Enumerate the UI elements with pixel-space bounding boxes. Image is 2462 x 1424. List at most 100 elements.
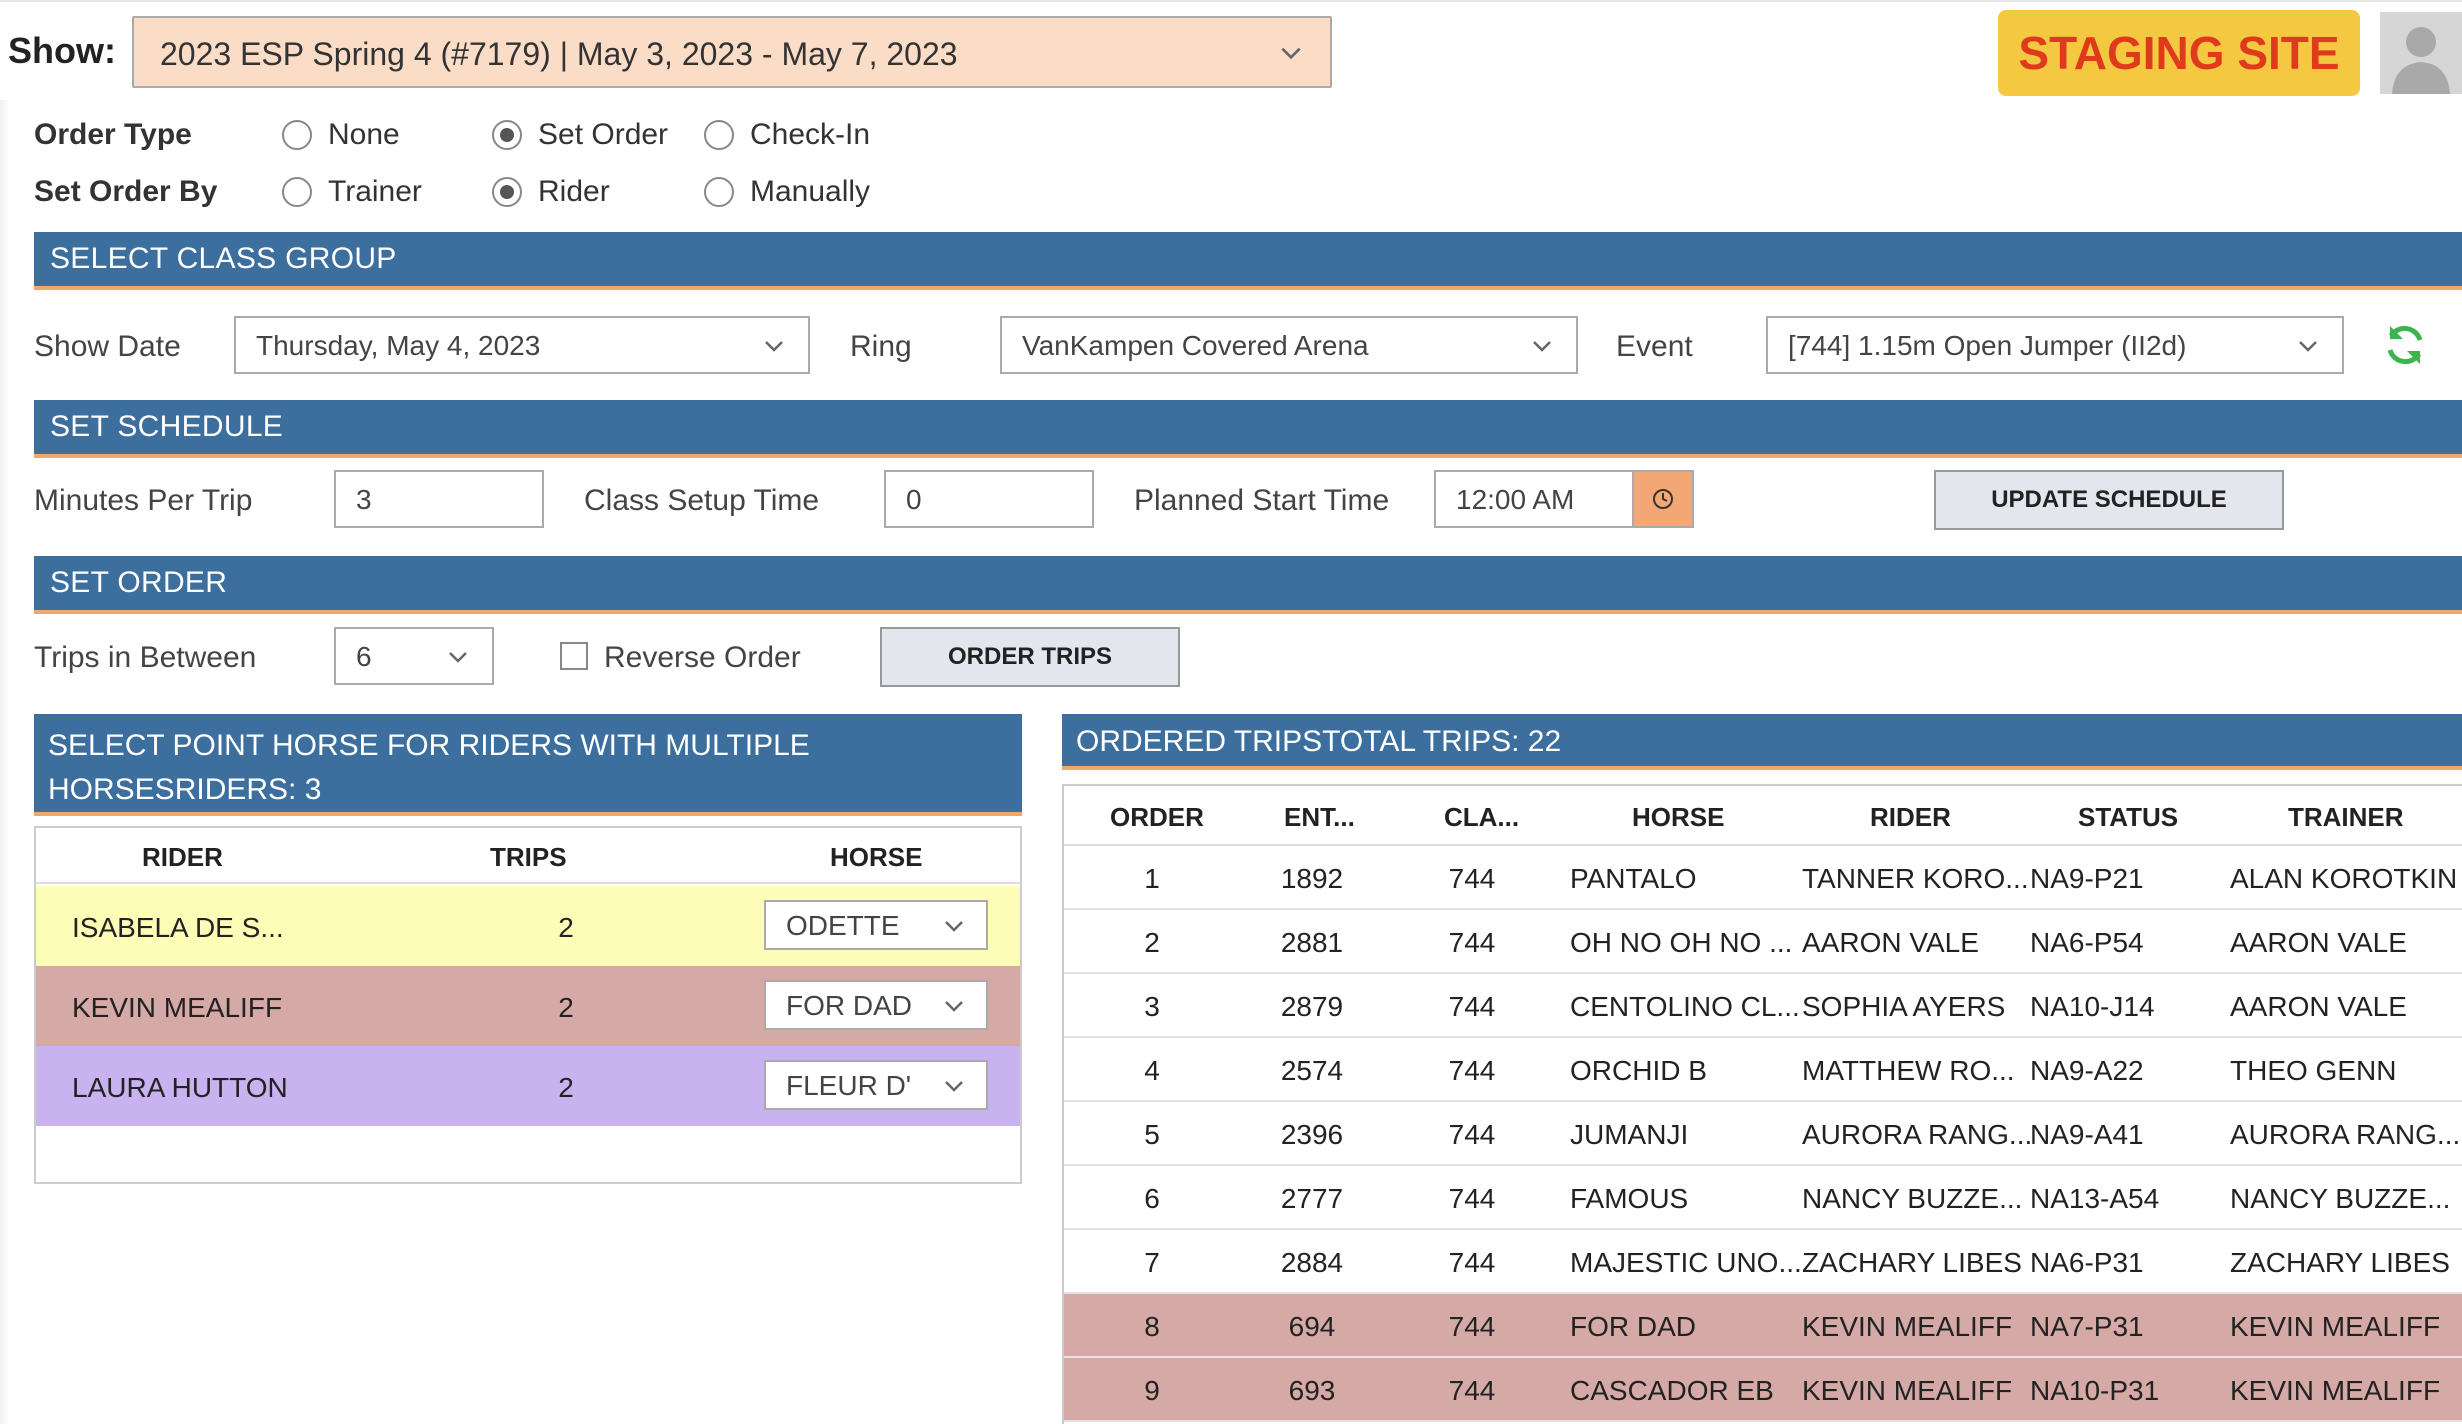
horse-select-value: FOR DAD bbox=[786, 990, 912, 1021]
order-type-label: Order Type bbox=[34, 118, 192, 151]
col-header-rider: RIDER bbox=[142, 842, 223, 872]
table-row[interactable]: 7 2884 744 MAJESTIC UNO... ZACHARY LIBES NA6-… bbox=[1064, 1230, 2462, 1294]
horse-select[interactable]: FLEUR D' bbox=[764, 1060, 988, 1110]
col-header-entry: ENT... bbox=[1284, 802, 1355, 832]
trips-in-between-select[interactable]: 6 bbox=[334, 627, 494, 685]
event-value: [744] 1.15m Open Jumper (II2d) bbox=[1788, 330, 2187, 361]
horse-cell: PANTALO bbox=[1570, 863, 1697, 894]
order-cell: 8 bbox=[1144, 1311, 1160, 1342]
radio-set-order-by-trainer[interactable]: Trainer bbox=[282, 175, 422, 209]
radio-set-order-by-rider[interactable]: Rider bbox=[492, 175, 610, 209]
entry-cell: 2881 bbox=[1280, 927, 1344, 958]
chevron-down-icon bbox=[942, 994, 966, 1018]
class-setup-time-value: 0 bbox=[906, 484, 922, 515]
horse-cell: ORCHID B bbox=[1570, 1055, 1707, 1086]
horse-cell: OH NO OH NO ... bbox=[1570, 927, 1793, 958]
order-cell: 6 bbox=[1144, 1183, 1160, 1214]
order-cell: 3 bbox=[1144, 991, 1160, 1022]
status-cell: NA10-J14 bbox=[2030, 991, 2155, 1022]
horse-cell: MAJESTIC UNO... bbox=[1570, 1247, 1802, 1278]
table-row[interactable]: 4 2574 744 ORCHID B MATTHEW RO... NA9-A22 THEO… bbox=[1064, 1038, 2462, 1102]
radio-label: Rider bbox=[538, 175, 610, 208]
class-cell: 744 bbox=[1448, 1311, 1496, 1342]
col-header-trainer: TRAINER bbox=[2288, 802, 2404, 832]
trips-in-between-value: 6 bbox=[356, 641, 372, 672]
chevron-down-icon bbox=[765, 341, 783, 352]
table-row[interactable]: 6 2777 744 FAMOUS NANCY BUZZE... NA13-A54 NANC… bbox=[1064, 1166, 2462, 1230]
time-picker-button[interactable] bbox=[1632, 470, 1694, 528]
table-row[interactable]: 1 1892 744 PANTALO TANNER KORO... NA9-P21 ALAN… bbox=[1064, 846, 2462, 910]
class-setup-time-label: Class Setup Time bbox=[584, 484, 820, 517]
status-cell: NA6-P31 bbox=[2030, 1247, 2144, 1278]
horse-cell: JUMANJI bbox=[1570, 1119, 1689, 1150]
col-header-trips: TRIPS bbox=[490, 842, 567, 872]
horse-select[interactable]: ODETTE bbox=[764, 900, 988, 950]
staging-site-badge: STAGING SITE bbox=[1998, 10, 2360, 96]
col-header-horse: HORSE bbox=[830, 842, 923, 872]
class-cell: 744 bbox=[1448, 1119, 1496, 1150]
panel-header-point-horse: SELECT POINT HORSE FOR RIDERS WITH MULTI… bbox=[34, 714, 1022, 816]
point-horse-table: RIDER TRIPS HORSE ISABELA DE S... 2 ODETTE… bbox=[34, 826, 1022, 1184]
radio-order-type-none[interactable]: None bbox=[282, 118, 400, 152]
rider-cell: AARON VALE bbox=[1802, 927, 1979, 958]
section-header-set-order: SET ORDER bbox=[34, 556, 2462, 614]
class-cell: 744 bbox=[1448, 1183, 1496, 1214]
refresh-icon[interactable] bbox=[2382, 322, 2428, 368]
trips-cell: 2 bbox=[558, 992, 574, 1023]
trainer-cell: NANCY BUZZE... bbox=[2230, 1183, 2451, 1214]
clock-icon bbox=[1653, 489, 1673, 509]
table-row[interactable]: 3 2879 744 CENTOLINO CL... SOPHIA AYERS NA10-… bbox=[1064, 974, 2462, 1038]
radio-label: Set Order bbox=[538, 118, 669, 151]
radio-circle-selected bbox=[492, 120, 522, 150]
radio-label: Manually bbox=[750, 175, 871, 208]
class-cell: 744 bbox=[1448, 1247, 1496, 1278]
order-cell: 4 bbox=[1144, 1055, 1160, 1086]
trainer-cell: AURORA RANG... bbox=[2230, 1119, 2461, 1150]
show-date-label: Show Date bbox=[34, 330, 181, 363]
planned-start-time-value: 12:00 AM bbox=[1456, 484, 1575, 515]
class-cell: 744 bbox=[1448, 1375, 1496, 1406]
show-select[interactable]: 2023 ESP Spring 4 (#7179) | May 3, 2023 … bbox=[132, 16, 1332, 88]
class-setup-time-input[interactable]: 0 bbox=[884, 470, 1094, 528]
trainer-cell: AARON VALE bbox=[2230, 991, 2407, 1022]
rider-cell: ZACHARY LIBES bbox=[1802, 1247, 2022, 1278]
entry-cell: 2879 bbox=[1280, 991, 1344, 1022]
avatar[interactable] bbox=[2380, 12, 2462, 94]
event-select[interactable]: [744] 1.15m Open Jumper (II2d) bbox=[1766, 316, 2344, 374]
show-date-select[interactable]: Thursday, May 4, 2023 bbox=[234, 316, 810, 374]
chevron-down-icon bbox=[1281, 47, 1301, 60]
class-cell: 744 bbox=[1448, 991, 1496, 1022]
status-cell: NA9-A41 bbox=[2030, 1119, 2144, 1150]
radio-circle bbox=[282, 177, 312, 207]
rider-cell: AURORA RANG... bbox=[1802, 1119, 2033, 1150]
trainer-cell: THEO GENN bbox=[2230, 1055, 2397, 1086]
minutes-per-trip-input[interactable]: 3 bbox=[334, 470, 544, 528]
table-row[interactable]: 5 2396 744 JUMANJI AURORA RANG... NA9-A41 AURO… bbox=[1064, 1102, 2462, 1166]
rider-cell: KEVIN MEALIFF bbox=[1802, 1375, 2013, 1406]
radio-order-type-set-order[interactable]: Set Order bbox=[492, 118, 668, 152]
horse-select[interactable]: FOR DAD bbox=[764, 980, 988, 1030]
radio-label: Trainer bbox=[328, 175, 422, 208]
class-cell: 744 bbox=[1448, 1055, 1496, 1086]
horse-cell: FOR DAD bbox=[1570, 1311, 1696, 1342]
order-trips-button[interactable]: ORDER TRIPS bbox=[880, 627, 1180, 687]
trips-cell: 2 bbox=[558, 1072, 574, 1103]
table-row[interactable]: 9 693 744 CASCADOR EB KEVIN MEALIFF NA10-P31 K… bbox=[1064, 1358, 2462, 1422]
table-row[interactable]: 2 2881 744 OH NO OH NO ... AARON VALE NA6-P54… bbox=[1064, 910, 2462, 974]
chevron-down-icon bbox=[449, 652, 467, 663]
event-label: Event bbox=[1616, 330, 1693, 363]
ring-select[interactable]: VanKampen Covered Arena bbox=[1000, 316, 1578, 374]
rider-cell: KEVIN MEALIFF bbox=[72, 992, 283, 1023]
planned-start-time-input[interactable]: 12:00 AM bbox=[1434, 470, 1634, 528]
radio-set-order-by-manually[interactable]: Manually bbox=[704, 175, 870, 209]
table-row[interactable]: 8 694 744 FOR DAD KEVIN MEALIFF NA7-P31 KEVIN … bbox=[1064, 1294, 2462, 1358]
horse-cell: CASCADOR EB bbox=[1570, 1375, 1774, 1406]
ring-value: VanKampen Covered Arena bbox=[1022, 330, 1369, 361]
radio-order-type-check-in[interactable]: Check-In bbox=[704, 118, 870, 152]
radio-circle bbox=[704, 120, 734, 150]
reverse-order-checkbox[interactable] bbox=[560, 642, 588, 670]
rider-cell: LAURA HUTTON bbox=[72, 1072, 288, 1103]
update-schedule-button[interactable]: UPDATE SCHEDULE bbox=[1934, 470, 2284, 530]
reverse-order-label: Reverse Order bbox=[604, 641, 801, 674]
status-cell: NA9-P21 bbox=[2030, 863, 2144, 894]
